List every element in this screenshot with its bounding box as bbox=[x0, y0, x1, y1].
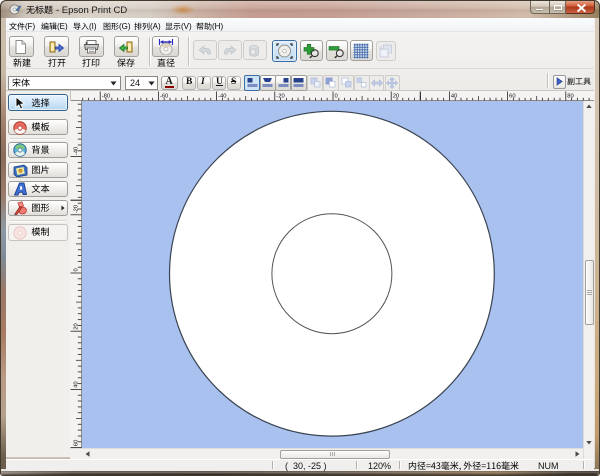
svg-text:-20: -20 bbox=[276, 94, 284, 100]
svg-text:-40: -40 bbox=[218, 94, 226, 100]
svg-text:20: 20 bbox=[393, 94, 399, 100]
svg-text:-20: -20 bbox=[74, 205, 80, 213]
svg-text:-60: -60 bbox=[160, 94, 168, 100]
svg-text:20: 20 bbox=[74, 323, 80, 329]
svg-text:0: 0 bbox=[74, 268, 80, 271]
svg-text:40: 40 bbox=[451, 94, 457, 100]
svg-text:40: 40 bbox=[74, 381, 80, 387]
svg-text:60: 60 bbox=[74, 440, 80, 446]
svg-text:80: 80 bbox=[567, 94, 573, 100]
svg-text:-80: -80 bbox=[102, 94, 110, 100]
svg-text:0: 0 bbox=[335, 94, 338, 100]
svg-text:60: 60 bbox=[509, 94, 515, 100]
svg-text:-40: -40 bbox=[74, 147, 80, 155]
